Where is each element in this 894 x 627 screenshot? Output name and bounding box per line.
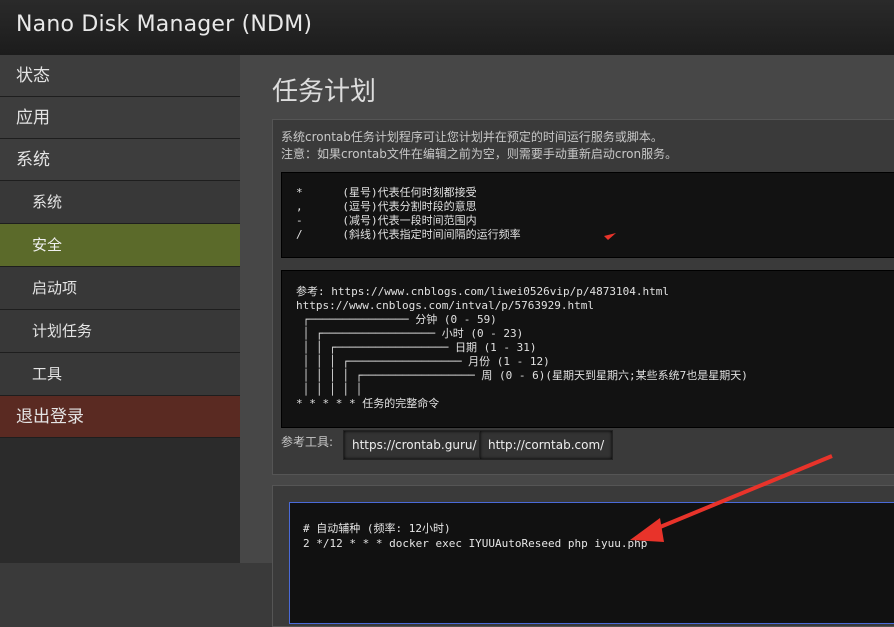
red-arrow-icon bbox=[647, 454, 833, 534]
red-arrowhead-icon bbox=[630, 518, 664, 542]
annotation-overlay bbox=[604, 233, 833, 542]
red-marker-icon bbox=[604, 233, 616, 240]
